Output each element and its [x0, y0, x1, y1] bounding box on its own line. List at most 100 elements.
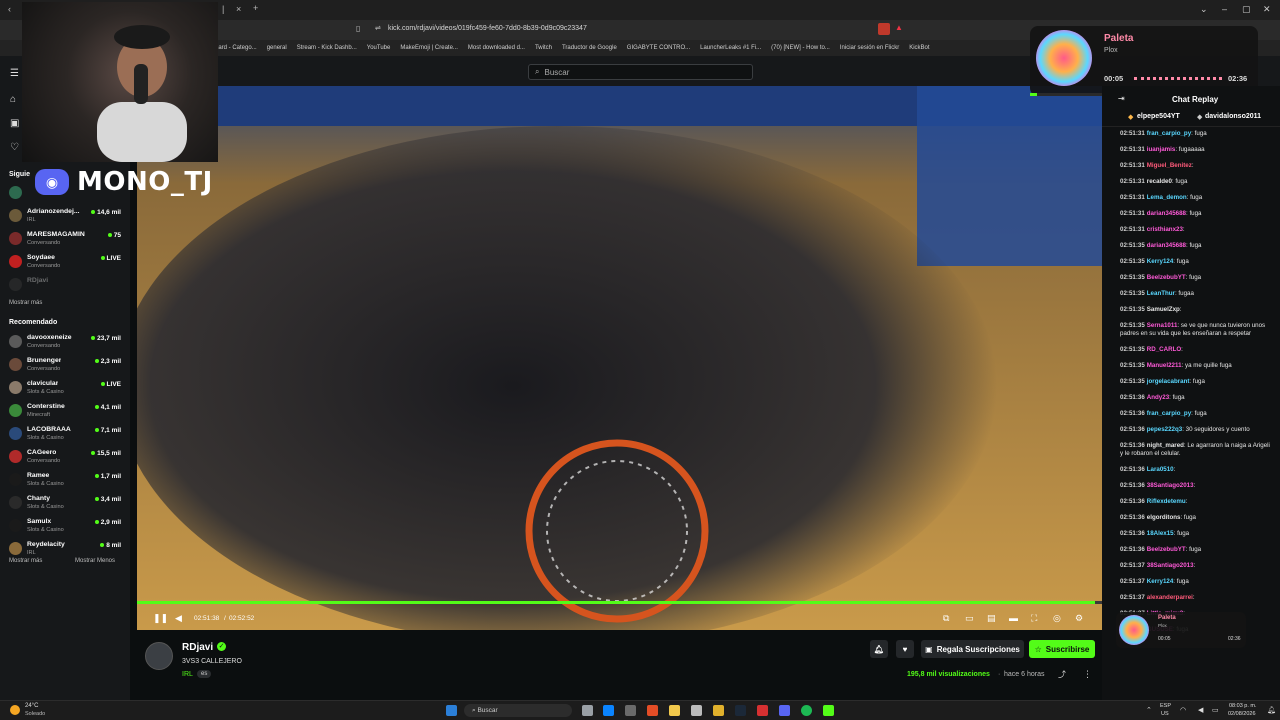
chat-username[interactable]: SamuelZxp	[1147, 306, 1180, 313]
chat-username[interactable]: BeelzebubYT	[1147, 546, 1186, 553]
volume-icon[interactable]: ◀	[1198, 706, 1203, 714]
taskbar-search[interactable]: ⌕ Buscar	[464, 704, 572, 717]
chat-username[interactable]: recalde0	[1147, 178, 1172, 185]
spotify-icon[interactable]	[801, 705, 812, 716]
bookmark-item[interactable]: Traductor de Google	[562, 45, 617, 51]
show-more-link[interactable]: Mostrar más	[9, 558, 42, 564]
chat-username[interactable]: LeanThur	[1147, 290, 1175, 297]
volume-icon[interactable]: ◀	[175, 613, 182, 624]
chat-username[interactable]: 38Santiago2013	[1147, 482, 1194, 489]
chat-username[interactable]: alexanderparrei	[1147, 594, 1193, 601]
alert-icon[interactable]: ▲	[895, 23, 903, 32]
bookmark-icon[interactable]: ▯	[356, 24, 360, 33]
new-tab-icon[interactable]: +	[253, 3, 258, 13]
show-less-link[interactable]: Mostrar Menos	[75, 558, 115, 564]
close-tab-icon[interactable]: ×	[236, 4, 241, 14]
menu-icon[interactable]: ☰	[10, 68, 19, 79]
settings-icon[interactable]	[691, 705, 702, 716]
more-options-icon[interactable]: ⋮	[1083, 669, 1092, 680]
gifter-name[interactable]: elpepe504YT	[1137, 113, 1180, 120]
app-icon[interactable]	[757, 705, 768, 716]
language-tag[interactable]: es	[197, 670, 212, 678]
keyboard-lang[interactable]: ESP	[1160, 703, 1171, 709]
chat-username[interactable]: Serna1011	[1147, 322, 1178, 329]
clock-time[interactable]: 08:03 p. m.	[1229, 703, 1257, 709]
bookmark-item[interactable]: Twitch	[535, 45, 552, 51]
weather-icon[interactable]	[10, 705, 20, 715]
wifi-icon[interactable]: ◠	[1180, 706, 1186, 714]
sidebar-item-following[interactable]: RDjavi	[9, 275, 121, 297]
bookmark-item[interactable]: (70) [NEW] - How to...	[771, 45, 830, 51]
chat-username[interactable]: pepes222q3	[1147, 426, 1182, 433]
chevron-up-icon[interactable]: ⌃	[1146, 706, 1152, 714]
theater-icon[interactable]: ▤	[987, 613, 996, 624]
chat-username[interactable]: BeelzebubYT	[1147, 274, 1186, 281]
sidebar-item-recommended[interactable]: Chanty Slots & Casino 3,4 mil	[9, 493, 121, 515]
show-more-link[interactable]: Mostrar más	[9, 300, 42, 306]
bookmark-item[interactable]: oard - Catego...	[215, 45, 257, 51]
minimize-icon[interactable]: –	[1222, 4, 1227, 14]
sidebar-item-recommended[interactable]: clavicular Slots & Casino LIVE	[9, 378, 121, 400]
sidebar-item-recommended[interactable]: Ramee Slots & Casino 1,7 mil	[9, 470, 121, 492]
sidebar-item-recommended[interactable]: Samulx Slots & Casino 2,9 mil	[9, 516, 121, 538]
avatar[interactable]	[145, 642, 173, 670]
miniplayer-icon[interactable]: ▬	[1009, 613, 1018, 623]
chat-username[interactable]: night_mared	[1147, 442, 1184, 449]
chat-username[interactable]: 18Alex15	[1147, 530, 1174, 537]
bookmark-item[interactable]: YouTube	[367, 45, 391, 51]
sidebar-item-recommended[interactable]: CAGeero Conversando 15,5 mil	[9, 447, 121, 469]
brave-icon[interactable]	[647, 705, 658, 716]
subscribe-button[interactable]: ☆ Suscribirse	[1029, 640, 1095, 658]
browser-tab[interactable]: |	[222, 4, 224, 14]
bookmark-item[interactable]: general	[267, 45, 287, 51]
bookmark-item[interactable]: Most downloaded d...	[468, 45, 525, 51]
clip-icon[interactable]: ▭	[965, 613, 974, 624]
clock-date[interactable]: 02/08/2026	[1228, 711, 1256, 717]
battery-icon[interactable]: ▭	[1212, 706, 1219, 714]
url-field[interactable]: kick.com/rdjavi/videos/019fc459-fe60-7dd…	[388, 25, 587, 32]
follow-button[interactable]: ♥	[896, 640, 914, 658]
chat-username[interactable]: fran_carpio_py	[1147, 410, 1191, 417]
sidebar-item-following[interactable]: MARESMAGAMIN Conversando 75	[9, 229, 121, 251]
chat-username[interactable]: Lara0510	[1147, 466, 1174, 473]
steam-icon[interactable]	[735, 705, 746, 716]
chrome-icon[interactable]	[713, 705, 724, 716]
chat-username[interactable]: fran_carpio_py	[1147, 130, 1191, 137]
sidebar-item-following[interactable]: Soydaee Conversando LIVE	[9, 252, 121, 274]
video-progress-bar[interactable]	[137, 601, 1102, 604]
extension-icon[interactable]	[878, 23, 890, 35]
sidebar-item-recommended[interactable]: Conterstine Minecraft 4,1 mil	[9, 401, 121, 423]
file-explorer-icon[interactable]	[669, 705, 680, 716]
site-info-icon[interactable]: ⇌	[375, 24, 381, 32]
chat-username[interactable]: Andy23	[1147, 394, 1169, 401]
bookmark-item[interactable]: Stream - Kick Dashb...	[297, 45, 357, 51]
home-icon[interactable]: ⌂	[10, 94, 16, 105]
speed-icon[interactable]: ◎	[1053, 613, 1061, 624]
pip-icon[interactable]: ⧉	[943, 613, 949, 624]
bookmark-item[interactable]: MakeEmoji | Create...	[400, 45, 458, 51]
back-arrow-icon[interactable]: ‹	[8, 4, 11, 14]
chat-username[interactable]: Kerry124	[1147, 258, 1174, 265]
collapse-chat-icon[interactable]: ⇥	[1118, 94, 1125, 103]
channel-name[interactable]: RDjavi	[182, 642, 213, 653]
category-link[interactable]: IRL	[182, 671, 193, 678]
chat-username[interactable]: Riflexdetemu	[1147, 498, 1186, 505]
keyboard-region[interactable]: US	[1161, 711, 1169, 717]
discord-icon[interactable]	[779, 705, 790, 716]
notification-icon[interactable]: 🔔︎	[1267, 706, 1276, 714]
following-icon[interactable]: ♡	[10, 142, 19, 153]
share-icon[interactable]: ⤴	[1058, 669, 1066, 680]
chat-username[interactable]: 38Santiago2013	[1147, 562, 1194, 569]
fullscreen-icon[interactable]: ⛶	[1031, 613, 1037, 624]
bookmark-item[interactable]: GIGABYTE CONTRO...	[627, 45, 690, 51]
chat-username[interactable]: iuanjamis	[1147, 146, 1176, 153]
search-input[interactable]: ⌕ Buscar	[528, 64, 753, 80]
pause-icon[interactable]: ❚❚	[153, 613, 168, 624]
kick-icon[interactable]	[823, 705, 834, 716]
gift-subs-button[interactable]: ▣ Regala Suscripciones	[921, 640, 1024, 658]
chat-username[interactable]: darian345688	[1147, 210, 1186, 217]
video-player[interactable]	[137, 86, 1102, 630]
edge-icon[interactable]	[603, 705, 614, 716]
notifications-button[interactable]: 🔔︎	[870, 640, 888, 658]
settings-icon[interactable]: ⚙	[1075, 613, 1083, 624]
